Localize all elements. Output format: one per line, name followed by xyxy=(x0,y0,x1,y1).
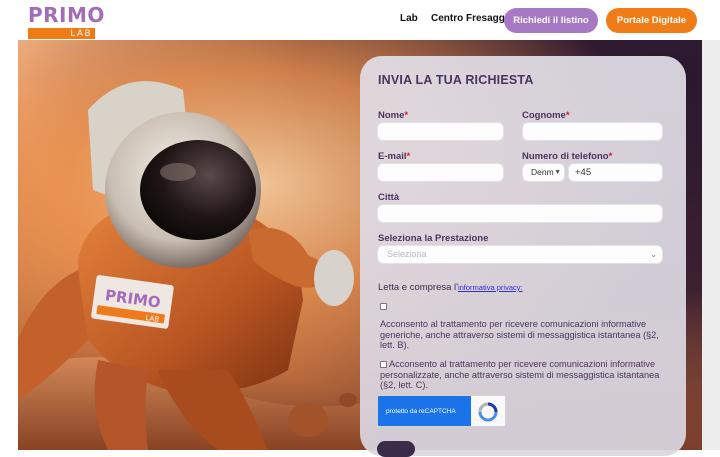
prestazione-select[interactable]: Seleziona ⌄ xyxy=(377,245,663,264)
citta-input[interactable] xyxy=(377,204,663,223)
chevron-down-icon: ⌄ xyxy=(650,250,657,259)
logo-sub: LAB xyxy=(28,28,95,39)
phone-label: Numero di telefono* xyxy=(522,151,613,162)
astronaut-illustration: PRIMO LAB xyxy=(18,81,378,450)
nav-lab[interactable]: Lab xyxy=(400,13,418,24)
cognome-label: Cognome* xyxy=(522,110,570,121)
consent-c-text: Acconsento al trattamento per ricevere c… xyxy=(380,359,660,390)
form-title: INVIA LA TUA RICHIESTA xyxy=(378,73,534,87)
page-right-margin xyxy=(702,40,720,450)
consent-b-text: Acconsento al trattamento per ricevere c… xyxy=(380,319,659,350)
citta-label: Città xyxy=(378,192,400,203)
nav-centro-fresaggio[interactable]: Centro Fresaggio xyxy=(431,13,514,24)
privacy-statement: Letta e compresa l'informativa privacy: xyxy=(378,282,523,293)
recaptcha-icon xyxy=(478,402,498,422)
recaptcha-label: protetto da reCAPTCHA xyxy=(386,408,456,415)
logo-wordmark: PRIMO xyxy=(28,3,105,27)
nome-input[interactable] xyxy=(377,122,504,141)
consent-b-checkbox[interactable] xyxy=(380,303,387,310)
portale-digitale-button[interactable]: Portale Digitale xyxy=(606,8,697,33)
nome-label: Nome* xyxy=(378,110,409,121)
brand-logo[interactable]: PRIMO LAB xyxy=(28,3,104,39)
country-code-select[interactable]: Denm ▼ xyxy=(522,163,565,182)
cognome-input[interactable] xyxy=(522,122,663,141)
submit-button[interactable] xyxy=(377,441,415,457)
prestazione-label: Seleziona la Prestazione xyxy=(378,233,489,244)
site-header: PRIMO LAB Lab Centro Fresaggio Richiedi … xyxy=(0,0,720,40)
richiedi-listino-button[interactable]: Richiedi il listino xyxy=(504,8,598,33)
recaptcha-widget[interactable]: protetto da reCAPTCHA xyxy=(377,395,506,427)
privacy-link[interactable]: informativa privacy: xyxy=(458,283,523,292)
email-input[interactable] xyxy=(377,163,504,182)
email-label: E-mail* xyxy=(378,151,411,162)
phone-input[interactable]: +45 xyxy=(568,163,663,182)
chevron-down-icon: ▼ xyxy=(554,169,561,176)
